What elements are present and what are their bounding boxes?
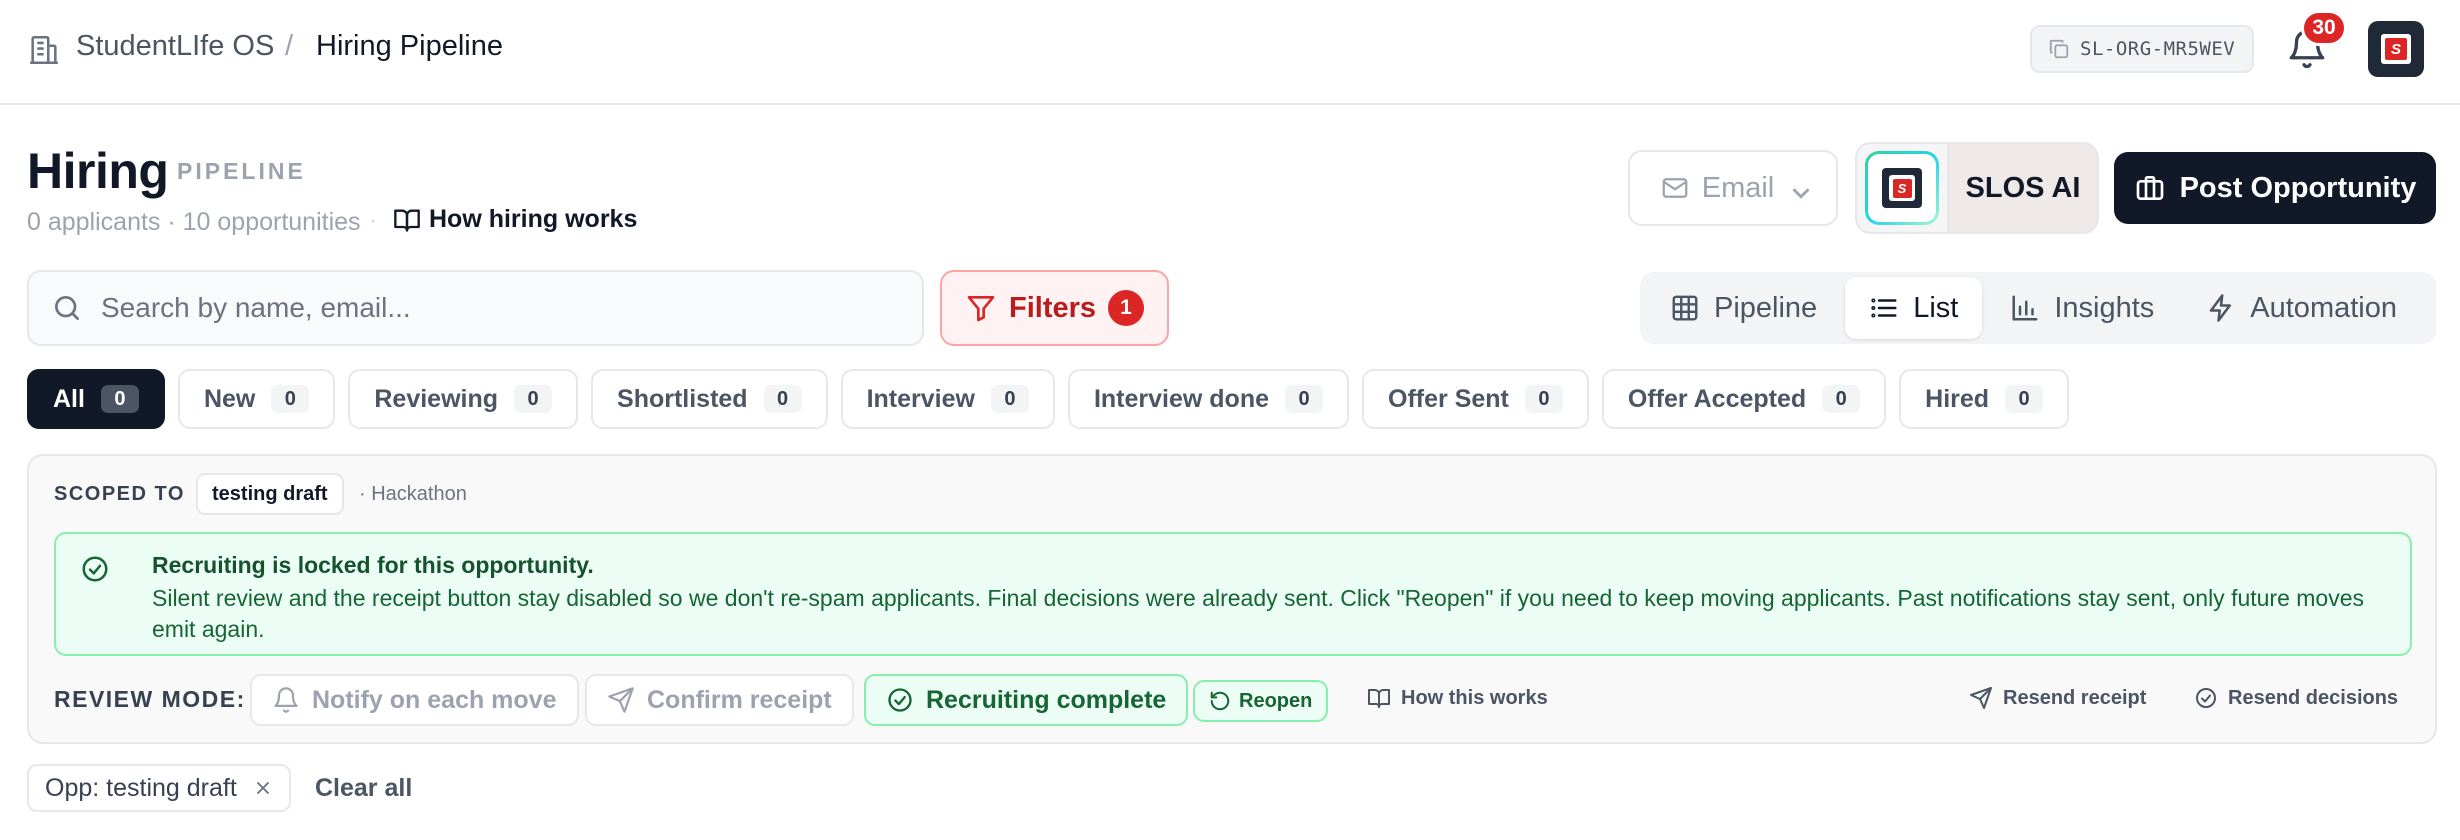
tab-interview-done[interactable]: Interview done 0	[1067, 369, 1350, 429]
tab-count: 0	[271, 385, 310, 413]
tab-new[interactable]: New 0	[177, 369, 336, 429]
slos-logo-icon: S	[1882, 168, 1922, 208]
post-opportunity-button[interactable]: Post Opportunity	[2114, 152, 2436, 224]
grid-icon	[1670, 293, 1700, 323]
search-bar[interactable]	[27, 270, 924, 346]
briefcase-icon	[2134, 172, 2166, 204]
tab-count: 0	[1822, 385, 1861, 413]
view-insights[interactable]: Insights	[1986, 277, 2178, 339]
book-icon	[1367, 686, 1391, 710]
mail-icon	[1660, 173, 1690, 203]
tab-hired[interactable]: Hired 0	[1899, 369, 2070, 429]
search-icon	[51, 292, 83, 324]
scope-label: SCOPED TO	[54, 483, 185, 505]
reopen-button[interactable]: Reopen	[1193, 680, 1329, 722]
page-meta: 0 applicants · 10 opportunities	[27, 208, 361, 236]
breadcrumb-app[interactable]: StudentLIfe OS	[76, 30, 274, 63]
confirm-receipt-button[interactable]: Confirm receipt	[585, 674, 854, 726]
tab-interview[interactable]: Interview 0	[840, 369, 1055, 429]
how-this-works-link[interactable]: How this works	[1367, 686, 1548, 710]
building-icon	[27, 33, 61, 67]
tab-count: 0	[763, 385, 802, 413]
tab-count: 0	[100, 385, 139, 413]
view-switcher: Pipeline List Insights Automation	[1640, 272, 2436, 344]
tab-count: 0	[1285, 385, 1324, 413]
breadcrumb-page: Hiring Pipeline	[316, 30, 503, 62]
locked-description: Silent review and the receipt button sta…	[152, 585, 2365, 642]
book-icon	[393, 206, 421, 234]
avatar[interactable]: S	[2368, 21, 2424, 77]
active-filter-chip: Opp: testing draft	[27, 764, 291, 812]
bell-icon	[272, 686, 300, 714]
resend-receipt-button[interactable]: Resend receipt	[1969, 686, 2146, 710]
recruiting-complete-button[interactable]: Recruiting complete	[864, 674, 1189, 726]
bolt-icon	[2206, 293, 2236, 323]
scope-panel: SCOPED TO testing draft · Hackathon Recr…	[27, 454, 2437, 744]
meta-separator: ·	[369, 206, 378, 234]
review-mode-label: REVIEW MODE:	[54, 686, 246, 712]
check-circle-icon	[2194, 686, 2218, 710]
chevron-down-icon	[1786, 178, 1810, 199]
tab-reviewing[interactable]: Reviewing 0	[348, 369, 579, 429]
top-bar: StudentLIfe OS / Hiring Pipeline SL-ORG-…	[0, 0, 2460, 105]
filters-button[interactable]: Filters 1	[940, 270, 1169, 346]
bar-chart-icon	[2010, 293, 2040, 323]
breadcrumb-separator: /	[285, 30, 294, 62]
page-subtitle: PIPELINE	[177, 158, 306, 184]
copy-icon	[2048, 38, 2070, 60]
filter-count-badge: 1	[1108, 290, 1145, 326]
tab-count: 0	[990, 385, 1029, 413]
tab-count: 0	[1524, 385, 1563, 413]
list-icon	[1869, 293, 1899, 323]
filter-icon	[965, 292, 997, 324]
close-icon[interactable]	[253, 778, 273, 798]
rotate-ccw-icon	[1209, 690, 1231, 712]
send-icon	[1969, 686, 1993, 710]
locked-title: Recruiting is locked for this opportunit…	[152, 552, 594, 578]
check-circle-icon	[80, 554, 110, 584]
check-circle-icon	[886, 686, 914, 714]
tab-count: 0	[514, 385, 553, 413]
send-icon	[607, 686, 635, 714]
notify-each-move-button[interactable]: Notify on each move	[250, 674, 579, 726]
page-title: Hiring	[27, 143, 169, 199]
scope-type: · Hackathon	[359, 483, 467, 505]
scope-opportunity-chip[interactable]: testing draft	[196, 473, 344, 515]
tab-offer-sent[interactable]: Offer Sent 0	[1362, 369, 1589, 429]
how-hiring-works-link[interactable]: How hiring works	[393, 205, 637, 234]
slos-ai-button[interactable]: S SLOS AI	[1855, 142, 2099, 234]
notification-badge: 30	[2301, 10, 2347, 46]
view-list[interactable]: List	[1845, 277, 1983, 339]
tab-count: 0	[2005, 385, 2044, 413]
org-id: SL-ORG-MR5WEV	[2080, 38, 2236, 60]
org-id-copy-button[interactable]: SL-ORG-MR5WEV	[2030, 25, 2254, 73]
email-dropdown-button[interactable]: Email	[1628, 150, 1838, 226]
view-pipeline[interactable]: Pipeline	[1646, 277, 1841, 339]
view-automation[interactable]: Automation	[2182, 277, 2421, 339]
tab-shortlisted[interactable]: Shortlisted 0	[591, 369, 828, 429]
resend-decisions-button[interactable]: Resend decisions	[2194, 686, 2398, 710]
clear-all-button[interactable]: Clear all	[315, 774, 412, 803]
recruiting-locked-notice: Recruiting is locked for this opportunit…	[54, 532, 2412, 656]
tab-all[interactable]: All 0	[27, 369, 165, 429]
search-input[interactable]	[101, 292, 901, 324]
status-tabs: All 0 New 0 Reviewing 0 Shortlisted 0 Interv…	[27, 369, 2070, 429]
tab-offer-accepted[interactable]: Offer Accepted 0	[1601, 369, 1887, 429]
slos-logo-icon: S	[2381, 34, 2411, 64]
